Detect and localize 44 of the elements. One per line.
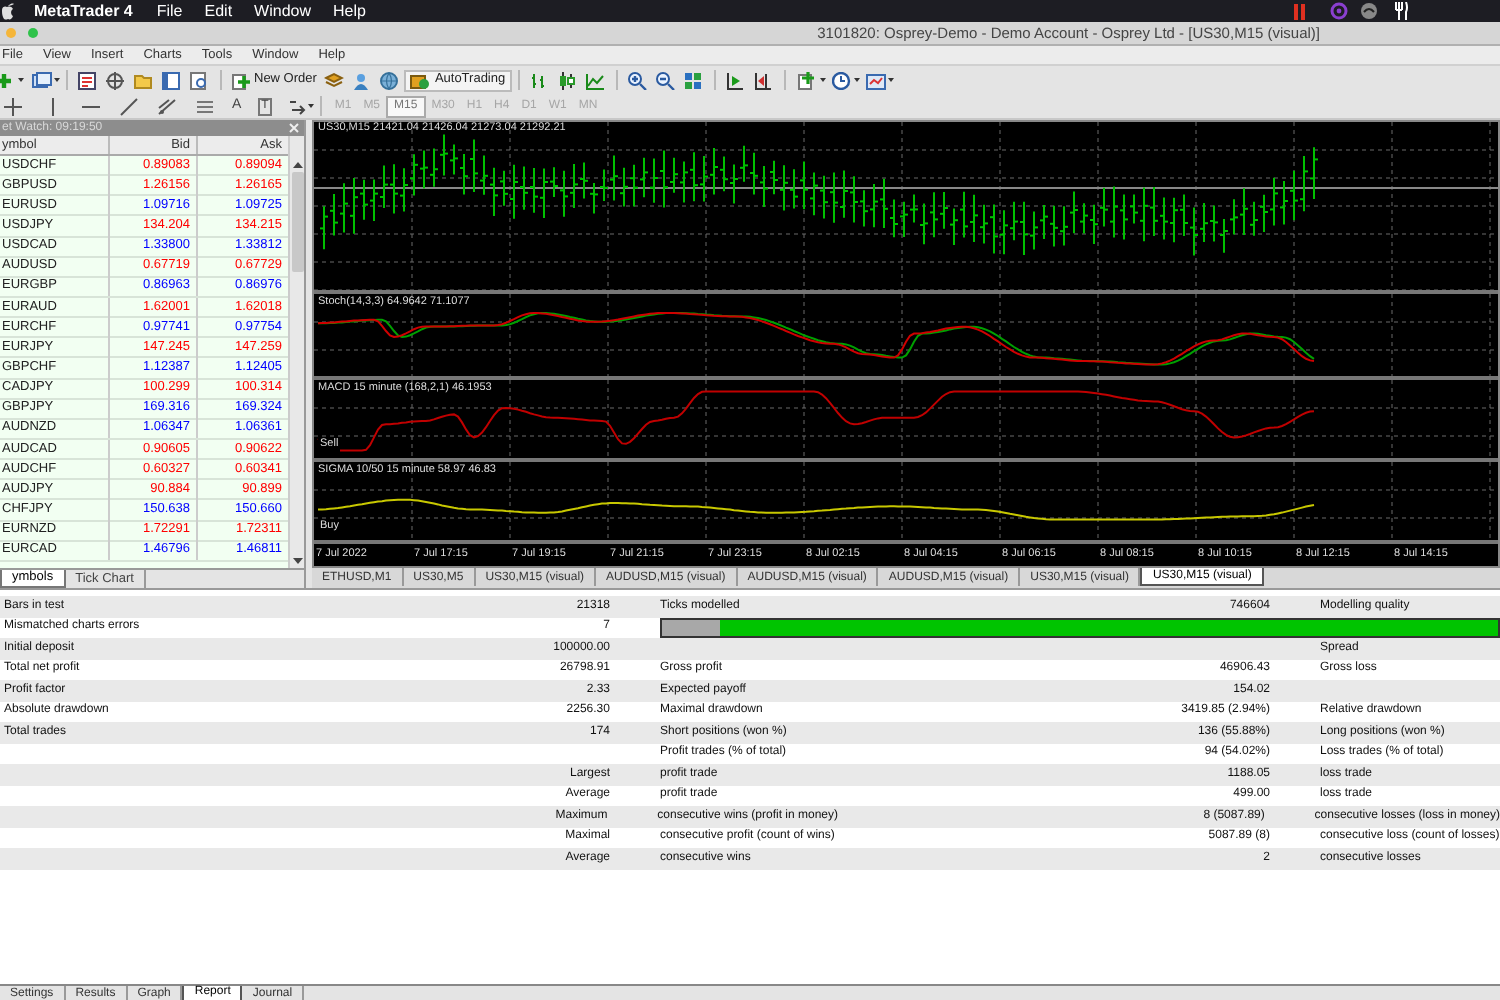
pause-icon[interactable] — [1294, 3, 1306, 19]
caret-icon[interactable] — [18, 78, 24, 82]
scrollbar-thumb[interactable] — [291, 172, 303, 272]
cloud-icon[interactable] — [1360, 2, 1378, 20]
robot-icon — [410, 71, 431, 89]
line-chart-icon[interactable] — [585, 71, 606, 89]
crosshair-icon[interactable] — [4, 97, 22, 115]
zoom-out-icon[interactable] — [655, 71, 676, 89]
grid-icon[interactable] — [683, 71, 704, 89]
caret-icon[interactable] — [54, 78, 60, 82]
arrows-icon[interactable] — [288, 97, 307, 115]
clock-icon[interactable] — [831, 71, 852, 89]
windows-icon[interactable] — [32, 71, 52, 89]
trend-line-icon[interactable] — [120, 97, 138, 115]
caret-icon[interactable] — [819, 78, 826, 82]
folder-icon[interactable] — [134, 71, 154, 89]
zoom-in-icon[interactable] — [627, 71, 648, 89]
ring-icon[interactable] — [1330, 2, 1348, 20]
menu-item[interactable]: Window — [254, 0, 311, 23]
close-icon[interactable] — [288, 122, 300, 134]
play-icon[interactable] — [725, 71, 746, 89]
globe-icon[interactable] — [380, 71, 401, 89]
caret-icon[interactable] — [308, 104, 315, 108]
menu-item[interactable]: Help — [333, 0, 366, 23]
template-icon[interactable] — [865, 71, 886, 89]
menu-item[interactable]: File — [156, 0, 183, 23]
panel-icon[interactable] — [162, 71, 182, 89]
caret-icon[interactable] — [887, 78, 894, 82]
fibonacci-icon[interactable] — [196, 97, 214, 115]
person-icon[interactable] — [352, 71, 373, 89]
crosshair-icon[interactable] — [106, 71, 126, 89]
caret-icon[interactable] — [853, 78, 860, 82]
cutlery-icon[interactable] — [1394, 2, 1408, 20]
new-order-icon — [232, 71, 250, 89]
stack-icon[interactable] — [324, 71, 345, 89]
bar-chart-icon[interactable] — [529, 71, 550, 89]
add-indicator-icon[interactable] — [797, 71, 818, 89]
document-icon[interactable] — [190, 71, 210, 89]
list-icon[interactable] — [78, 71, 98, 89]
shift-icon[interactable] — [753, 71, 774, 89]
candlestick-icon[interactable] — [557, 71, 578, 89]
app-name: MetaTrader 4 — [34, 0, 133, 23]
menu-item[interactable]: Edit — [204, 0, 233, 23]
channel-icon[interactable] — [158, 97, 176, 115]
